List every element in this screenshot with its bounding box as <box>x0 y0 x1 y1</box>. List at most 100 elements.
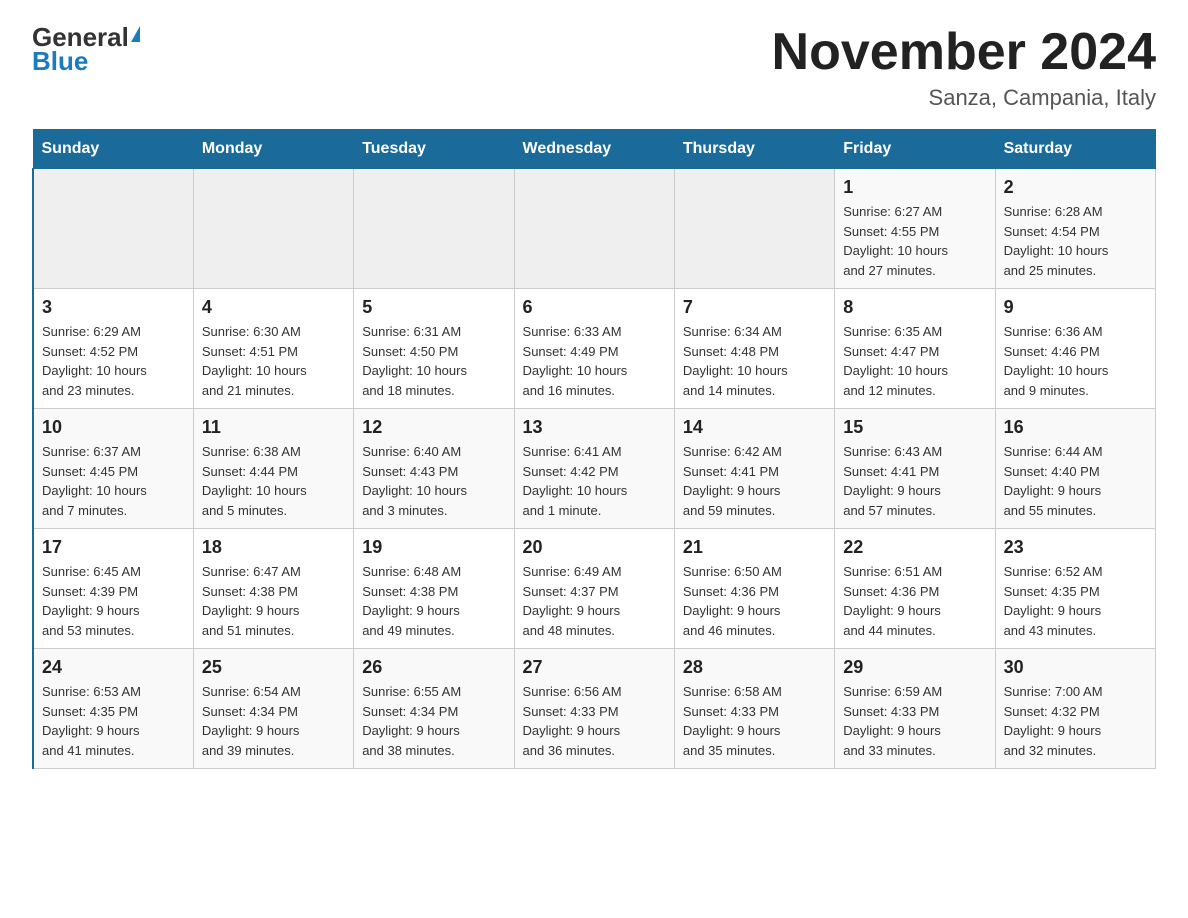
day-number: 16 <box>1004 417 1147 438</box>
day-number: 26 <box>362 657 505 678</box>
day-info: Sunrise: 6:51 AM Sunset: 4:36 PM Dayligh… <box>843 562 986 640</box>
day-info: Sunrise: 6:27 AM Sunset: 4:55 PM Dayligh… <box>843 202 986 280</box>
calendar-cell: 5Sunrise: 6:31 AM Sunset: 4:50 PM Daylig… <box>354 289 514 409</box>
calendar-cell: 19 Sunrise: 6:48 AM Sunset: 4:38 PM Dayli… <box>354 529 514 649</box>
calendar-cell: 8 Sunrise: 6:35 AM Sunset: 4:47 PM Daylig… <box>835 289 995 409</box>
day-number: 21 <box>683 537 826 558</box>
day-number: 20 <box>523 537 666 558</box>
day-number: 22 <box>843 537 986 558</box>
day-number: 19 <box>362 537 505 558</box>
calendar-cell: 18 Sunrise: 6:47 AM Sunset: 4:38 PM Dayli… <box>193 529 353 649</box>
day-info: Sunrise: 6:44 AM Sunset: 4:40 PM Dayligh… <box>1004 442 1147 520</box>
calendar-cell: 24Sunrise: 6:53 AM Sunset: 4:35 PM Dayli… <box>33 649 193 769</box>
calendar-cell: 27Sunrise: 6:56 AM Sunset: 4:33 PM Dayli… <box>514 649 674 769</box>
day-info: Sunrise: 6:40 AM Sunset: 4:43 PM Dayligh… <box>362 442 505 520</box>
day-number: 28 <box>683 657 826 678</box>
calendar-week-5: 24Sunrise: 6:53 AM Sunset: 4:35 PM Dayli… <box>33 649 1156 769</box>
calendar-cell: 1Sunrise: 6:27 AM Sunset: 4:55 PM Daylig… <box>835 169 995 289</box>
day-info: Sunrise: 6:52 AM Sunset: 4:35 PM Dayligh… <box>1004 562 1147 640</box>
header-row: Sunday Monday Tuesday Wednesday Thursday… <box>33 130 1156 169</box>
day-info: Sunrise: 6:30 AM Sunset: 4:51 PM Dayligh… <box>202 322 345 400</box>
calendar-cell: 17Sunrise: 6:45 AM Sunset: 4:39 PM Dayli… <box>33 529 193 649</box>
day-info: Sunrise: 6:55 AM Sunset: 4:34 PM Dayligh… <box>362 682 505 760</box>
day-number: 6 <box>523 297 666 318</box>
day-number: 30 <box>1004 657 1147 678</box>
calendar-cell: 16 Sunrise: 6:44 AM Sunset: 4:40 PM Dayli… <box>995 409 1155 529</box>
day-info: Sunrise: 6:38 AM Sunset: 4:44 PM Dayligh… <box>202 442 345 520</box>
day-number: 18 <box>202 537 345 558</box>
calendar-cell <box>354 169 514 289</box>
calendar-cell: 29Sunrise: 6:59 AM Sunset: 4:33 PM Dayli… <box>835 649 995 769</box>
calendar-cell: 6 Sunrise: 6:33 AM Sunset: 4:49 PM Daylig… <box>514 289 674 409</box>
day-info: Sunrise: 6:47 AM Sunset: 4:38 PM Dayligh… <box>202 562 345 640</box>
calendar-cell: 28 Sunrise: 6:58 AM Sunset: 4:33 PM Dayli… <box>674 649 834 769</box>
calendar-cell: 3Sunrise: 6:29 AM Sunset: 4:52 PM Daylig… <box>33 289 193 409</box>
day-number: 25 <box>202 657 345 678</box>
day-info: Sunrise: 6:33 AM Sunset: 4:49 PM Dayligh… <box>523 322 666 400</box>
col-saturday: Saturday <box>995 130 1155 169</box>
calendar-cell: 20Sunrise: 6:49 AM Sunset: 4:37 PM Dayli… <box>514 529 674 649</box>
day-info: Sunrise: 6:36 AM Sunset: 4:46 PM Dayligh… <box>1004 322 1147 400</box>
calendar-cell: 23 Sunrise: 6:52 AM Sunset: 4:35 PM Dayli… <box>995 529 1155 649</box>
day-info: Sunrise: 6:41 AM Sunset: 4:42 PM Dayligh… <box>523 442 666 520</box>
calendar-cell: 13 Sunrise: 6:41 AM Sunset: 4:42 PM Dayli… <box>514 409 674 529</box>
calendar-cell: 14Sunrise: 6:42 AM Sunset: 4:41 PM Dayli… <box>674 409 834 529</box>
month-title: November 2024 <box>772 24 1156 81</box>
calendar-cell: 30 Sunrise: 7:00 AM Sunset: 4:32 PM Dayli… <box>995 649 1155 769</box>
calendar-week-2: 3Sunrise: 6:29 AM Sunset: 4:52 PM Daylig… <box>33 289 1156 409</box>
calendar-cell: 11 Sunrise: 6:38 AM Sunset: 4:44 PM Dayli… <box>193 409 353 529</box>
day-info: Sunrise: 6:34 AM Sunset: 4:48 PM Dayligh… <box>683 322 826 400</box>
calendar-week-3: 10 Sunrise: 6:37 AM Sunset: 4:45 PM Dayli… <box>33 409 1156 529</box>
col-thursday: Thursday <box>674 130 834 169</box>
day-info: Sunrise: 6:28 AM Sunset: 4:54 PM Dayligh… <box>1004 202 1147 280</box>
calendar-cell <box>33 169 193 289</box>
day-number: 3 <box>42 297 185 318</box>
day-info: Sunrise: 6:56 AM Sunset: 4:33 PM Dayligh… <box>523 682 666 760</box>
calendar-cell: 22 Sunrise: 6:51 AM Sunset: 4:36 PM Dayli… <box>835 529 995 649</box>
calendar-cell: 7 Sunrise: 6:34 AM Sunset: 4:48 PM Daylig… <box>674 289 834 409</box>
col-sunday: Sunday <box>33 130 193 169</box>
day-info: Sunrise: 6:53 AM Sunset: 4:35 PM Dayligh… <box>42 682 185 760</box>
calendar-week-1: 1Sunrise: 6:27 AM Sunset: 4:55 PM Daylig… <box>33 169 1156 289</box>
day-number: 11 <box>202 417 345 438</box>
title-block: November 2024 Sanza, Campania, Italy <box>772 24 1156 111</box>
day-info: Sunrise: 6:43 AM Sunset: 4:41 PM Dayligh… <box>843 442 986 520</box>
day-info: Sunrise: 6:58 AM Sunset: 4:33 PM Dayligh… <box>683 682 826 760</box>
day-info: Sunrise: 6:48 AM Sunset: 4:38 PM Dayligh… <box>362 562 505 640</box>
col-friday: Friday <box>835 130 995 169</box>
calendar-table: Sunday Monday Tuesday Wednesday Thursday… <box>32 129 1156 769</box>
calendar-cell <box>193 169 353 289</box>
logo-blue-text: Blue <box>32 48 88 74</box>
day-number: 13 <box>523 417 666 438</box>
day-info: Sunrise: 6:45 AM Sunset: 4:39 PM Dayligh… <box>42 562 185 640</box>
day-number: 7 <box>683 297 826 318</box>
day-number: 9 <box>1004 297 1147 318</box>
day-number: 2 <box>1004 177 1147 198</box>
calendar-cell: 21 Sunrise: 6:50 AM Sunset: 4:36 PM Dayli… <box>674 529 834 649</box>
calendar-cell: 2 Sunrise: 6:28 AM Sunset: 4:54 PM Daylig… <box>995 169 1155 289</box>
day-number: 8 <box>843 297 986 318</box>
day-info: Sunrise: 6:35 AM Sunset: 4:47 PM Dayligh… <box>843 322 986 400</box>
calendar-cell: 25Sunrise: 6:54 AM Sunset: 4:34 PM Dayli… <box>193 649 353 769</box>
day-number: 12 <box>362 417 505 438</box>
col-tuesday: Tuesday <box>354 130 514 169</box>
calendar-week-4: 17Sunrise: 6:45 AM Sunset: 4:39 PM Dayli… <box>33 529 1156 649</box>
calendar-cell: 10 Sunrise: 6:37 AM Sunset: 4:45 PM Dayli… <box>33 409 193 529</box>
logo: General Blue <box>32 24 140 74</box>
day-info: Sunrise: 6:50 AM Sunset: 4:36 PM Dayligh… <box>683 562 826 640</box>
calendar-cell: 12 Sunrise: 6:40 AM Sunset: 4:43 PM Dayli… <box>354 409 514 529</box>
calendar-cell <box>514 169 674 289</box>
calendar-cell: 4Sunrise: 6:30 AM Sunset: 4:51 PM Daylig… <box>193 289 353 409</box>
calendar-cell: 15 Sunrise: 6:43 AM Sunset: 4:41 PM Dayli… <box>835 409 995 529</box>
day-info: Sunrise: 7:00 AM Sunset: 4:32 PM Dayligh… <box>1004 682 1147 760</box>
calendar-body: 1Sunrise: 6:27 AM Sunset: 4:55 PM Daylig… <box>33 169 1156 769</box>
day-number: 29 <box>843 657 986 678</box>
day-number: 14 <box>683 417 826 438</box>
logo-triangle-icon <box>131 26 140 42</box>
calendar-header: Sunday Monday Tuesday Wednesday Thursday… <box>33 130 1156 169</box>
day-number: 15 <box>843 417 986 438</box>
day-info: Sunrise: 6:37 AM Sunset: 4:45 PM Dayligh… <box>42 442 185 520</box>
day-number: 10 <box>42 417 185 438</box>
day-number: 23 <box>1004 537 1147 558</box>
col-monday: Monday <box>193 130 353 169</box>
